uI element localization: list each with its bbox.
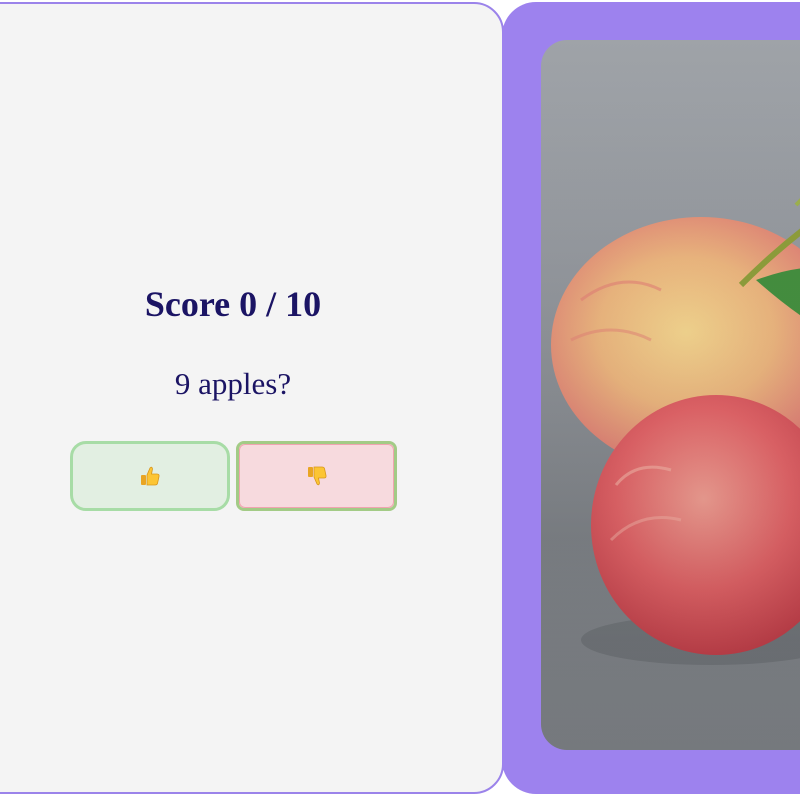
game-screen: Score 0 / 10 9 apples? bbox=[0, 0, 800, 800]
yes-button[interactable] bbox=[70, 441, 230, 511]
score-label: Score 0 / 10 bbox=[144, 284, 322, 324]
question-text: 9 apples? bbox=[174, 366, 292, 401]
thumbs-up-icon bbox=[139, 465, 161, 487]
no-button[interactable] bbox=[236, 441, 397, 511]
apples-photo bbox=[541, 40, 800, 750]
thumbs-down-icon bbox=[306, 465, 328, 487]
